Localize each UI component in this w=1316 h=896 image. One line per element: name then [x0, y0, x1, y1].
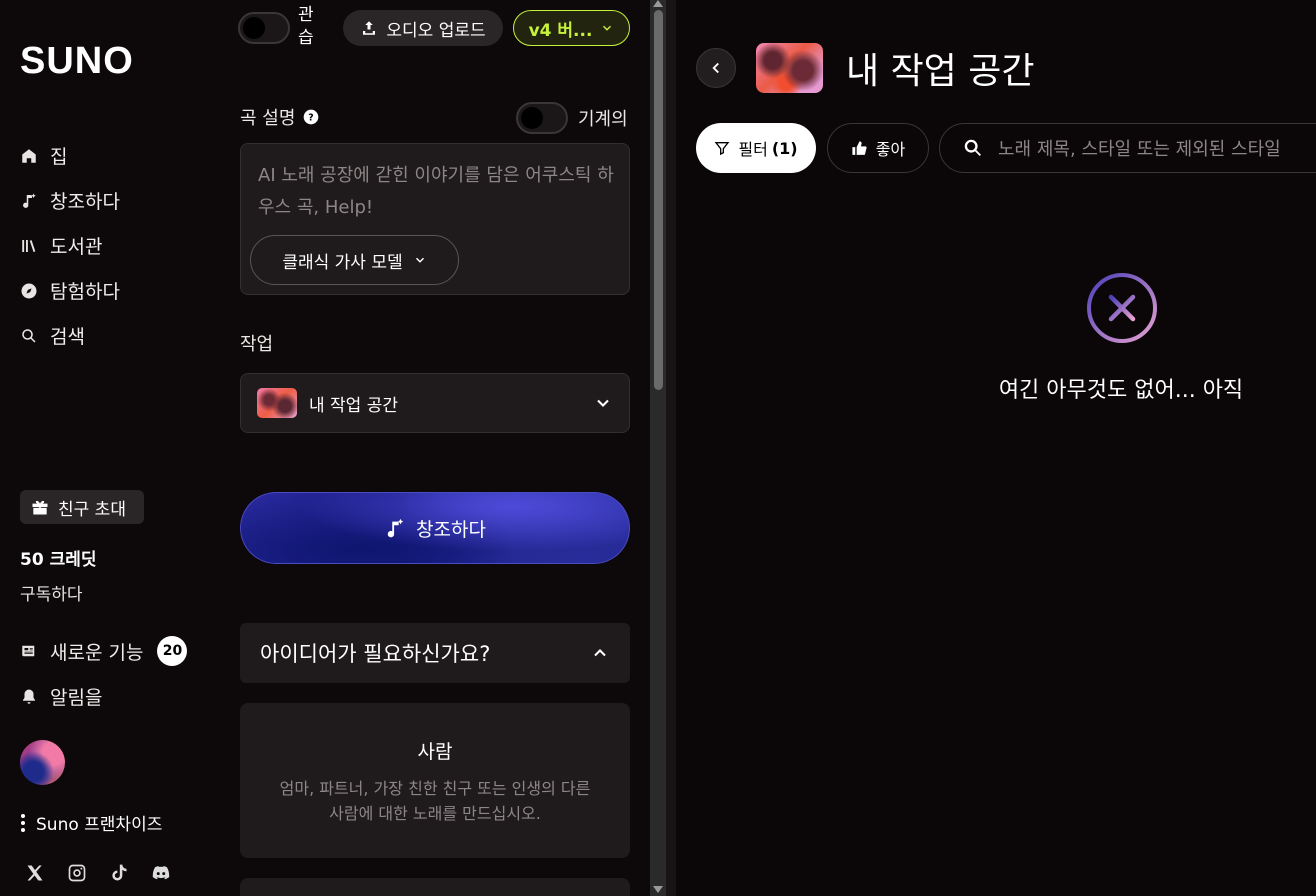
franchise-menu[interactable]: Suno 프랜차이즈	[20, 810, 162, 835]
filter-icon	[715, 142, 730, 156]
workspace-view: 내 작업 공간 필터 (1) 좋아 노래 제목, 스타일 또는 제외된 스타일 …	[676, 0, 1316, 896]
workspace-select-label: 내 작업 공간	[309, 395, 399, 416]
filter-count: (1)	[771, 138, 798, 158]
workspace-select[interactable]: 내 작업 공간	[240, 373, 630, 433]
library-icon	[22, 239, 36, 252]
bell-icon	[23, 689, 35, 704]
subscribe-link[interactable]: 구독하다	[20, 580, 83, 605]
instagram-icon[interactable]	[66, 862, 88, 884]
workspace-cover	[756, 43, 823, 93]
music-create-icon	[387, 518, 404, 538]
nav-label-create: 창조하다	[50, 191, 120, 213]
upload-icon	[363, 21, 376, 35]
nav-label-home: 집	[50, 146, 68, 168]
sidebar: SUNO 집 창조하다 도서관 탐험하다 검색 친구 초대 50 크레딧 구독하…	[0, 0, 220, 896]
create-button-label: 창조하다	[416, 518, 486, 541]
practice-label-line1: 관	[298, 5, 314, 25]
idea-card-title: 사람	[417, 741, 453, 763]
invite-friends-button[interactable]: 친구 초대	[20, 490, 144, 524]
notifications-label: 알림을	[50, 687, 103, 709]
nav-label-library: 도서관	[50, 236, 103, 258]
chevron-left-icon	[712, 62, 719, 74]
filter-label: 필터	[738, 140, 768, 159]
workspace-thumbnail	[257, 388, 297, 418]
home-icon	[22, 148, 36, 163]
social-links	[24, 862, 172, 884]
search-icon	[964, 139, 981, 156]
thumbs-up-icon	[852, 140, 867, 155]
liked-filter-button[interactable]: 좋아	[827, 123, 929, 173]
panel-divider[interactable]	[666, 0, 676, 896]
song-description-input[interactable]: AI 노래 공장에 갇힌 이야기를 담은 어쿠스틱 하우스 곡, Help!	[258, 160, 618, 224]
version-select[interactable]: v4 버...	[513, 10, 630, 46]
back-button[interactable]	[696, 48, 736, 88]
gift-icon	[32, 500, 48, 515]
whats-new-badge: 20	[157, 636, 188, 666]
practice-toggle[interactable]	[238, 12, 290, 44]
liked-label: 좋아	[875, 140, 906, 159]
song-search-input[interactable]: 노래 제목, 스타일 또는 제외된 스타일	[939, 123, 1316, 173]
idea-card-description: 엄마, 파트너, 가장 친한 친구 또는 인생의 다른 사람에 대한 노래를 만…	[279, 779, 591, 823]
whats-new-item[interactable]: 새로운 기능 20	[20, 636, 188, 666]
idea-card-next[interactable]	[240, 878, 630, 896]
version-label: v4 버...	[528, 20, 593, 41]
nav-item-create[interactable]: 창조하다	[20, 187, 120, 214]
song-description-label: 곡 설명 ?	[240, 104, 319, 130]
scroll-up-arrow[interactable]	[653, 0, 663, 7]
lyric-model-label: 클래식 가사 모델	[282, 252, 403, 273]
workspace-title: 내 작업 공간	[846, 51, 1035, 92]
nav-item-search[interactable]: 검색	[20, 322, 85, 349]
search-icon	[22, 328, 36, 343]
search-placeholder: 노래 제목, 스타일 또는 제외된 스타일	[998, 139, 1281, 160]
help-icon[interactable]: ?	[303, 109, 319, 125]
chevron-down-icon	[597, 399, 609, 407]
scrollbar-thumb[interactable]	[654, 10, 663, 390]
credits-count: 50 크레딧	[20, 550, 97, 570]
scroll-down-arrow[interactable]	[653, 886, 663, 893]
chevron-down-icon	[603, 25, 612, 31]
avatar[interactable]	[20, 740, 65, 785]
create-button[interactable]: 창조하다	[240, 492, 630, 564]
practice-label-line2: 습	[298, 28, 314, 48]
idea-card-people[interactable]: 사람 엄마, 파트너, 가장 친한 친구 또는 인생의 다른 사람에 대한 노래…	[240, 703, 630, 858]
empty-state-message: 여긴 아무것도 없어... 아직	[998, 378, 1244, 403]
invite-label: 친구 초대	[58, 499, 126, 520]
x-twitter-icon[interactable]	[24, 862, 46, 884]
tiktok-icon[interactable]	[108, 862, 130, 884]
song-description-text: 곡 설명	[240, 108, 296, 129]
empty-x-icon	[1087, 273, 1157, 343]
instrumental-label: 기계의	[578, 109, 628, 130]
instrumental-toggle[interactable]	[516, 102, 568, 134]
nav-label-explore: 탐험하다	[50, 281, 120, 303]
upload-audio-label: 오디오 업로드	[386, 20, 486, 41]
whats-new-label: 새로운 기능	[50, 641, 144, 664]
franchise-label: Suno 프랜차이즈	[36, 815, 163, 835]
ideas-header-label: 아이디어가 필요하신가요?	[260, 642, 491, 666]
upload-audio-button[interactable]: 오디오 업로드	[343, 10, 503, 46]
svg-text:?: ?	[309, 112, 314, 123]
notifications-item[interactable]: 알림을	[20, 683, 102, 710]
ideas-accordion-header[interactable]: 아이디어가 필요하신가요?	[240, 623, 630, 683]
newspaper-icon	[22, 645, 35, 657]
compass-icon	[21, 283, 37, 298]
suno-logo[interactable]: SUNO	[20, 40, 134, 83]
more-vertical-icon	[21, 813, 25, 832]
practice-label: 관 습	[298, 4, 314, 50]
discord-icon[interactable]	[150, 862, 172, 884]
workspace-label: 작업	[240, 334, 274, 355]
lyric-model-select[interactable]: 클래식 가사 모델	[250, 235, 459, 285]
chevron-up-icon	[594, 649, 606, 657]
filter-button[interactable]: 필터 (1)	[696, 123, 816, 173]
music-create-icon	[23, 193, 36, 208]
chevron-down-icon	[415, 257, 424, 263]
nav-item-library[interactable]: 도서관	[20, 232, 102, 259]
nav-item-explore[interactable]: 탐험하다	[20, 277, 120, 304]
nav-label-search: 검색	[50, 326, 85, 348]
nav-item-home[interactable]: 집	[20, 142, 67, 169]
